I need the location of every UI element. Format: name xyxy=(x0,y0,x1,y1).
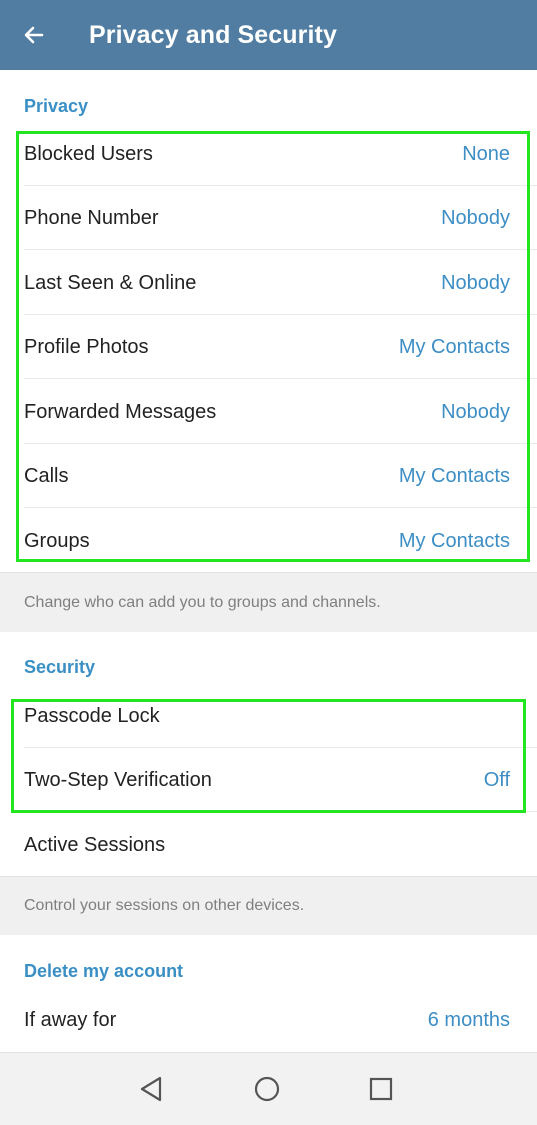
delete-account-section-header: Delete my account xyxy=(24,961,184,981)
row-value: My Contacts xyxy=(398,335,510,358)
system-navigation-bar xyxy=(0,1052,537,1125)
arrow-left-icon xyxy=(24,26,44,44)
home-circle-icon xyxy=(254,1076,280,1102)
back-triangle-icon xyxy=(140,1076,162,1102)
back-button[interactable] xyxy=(16,17,52,53)
passcode-lock-row[interactable]: Passcode Lock xyxy=(0,684,537,748)
security-footer-note: Control your sessions on other devices. xyxy=(0,876,537,935)
phone-number-row[interactable]: Phone Number Nobody xyxy=(0,186,537,250)
privacy-footer-note: Change who can add you to groups and cha… xyxy=(0,572,537,632)
two-step-verification-row[interactable]: Two-Step Verification Off xyxy=(0,748,537,812)
row-label: Forwarded Messages xyxy=(24,400,217,423)
recents-square-icon xyxy=(369,1077,393,1101)
groups-row[interactable]: Groups My Contacts xyxy=(0,509,537,573)
row-value: Nobody xyxy=(441,400,510,423)
nav-home-button[interactable] xyxy=(249,1071,285,1107)
row-value: My Contacts xyxy=(398,464,510,487)
row-value: 6 months xyxy=(427,1008,510,1031)
security-section-header: Security xyxy=(24,657,96,677)
forwarded-messages-row[interactable]: Forwarded Messages Nobody xyxy=(0,380,537,444)
privacy-section-header: Privacy xyxy=(24,96,89,116)
row-label: Blocked Users xyxy=(24,142,153,165)
app-screen: Privacy and Security Privacy Blocked Use… xyxy=(0,0,537,1125)
row-value: Off xyxy=(483,768,510,791)
row-label: Active Sessions xyxy=(24,833,166,856)
row-label: Groups xyxy=(24,529,90,552)
row-label: Two-Step Verification xyxy=(24,768,212,791)
last-seen-row[interactable]: Last Seen & Online Nobody xyxy=(0,251,537,315)
row-value: Nobody xyxy=(441,271,510,294)
row-label: Last Seen & Online xyxy=(24,271,197,294)
row-value: Nobody xyxy=(441,206,510,229)
if-away-for-row[interactable]: If away for 6 months xyxy=(0,988,537,1052)
calls-row[interactable]: Calls My Contacts xyxy=(0,444,537,508)
row-value: None xyxy=(462,142,510,165)
page-title: Privacy and Security xyxy=(89,21,337,49)
row-label: Phone Number xyxy=(24,206,159,229)
row-label: Passcode Lock xyxy=(24,704,160,727)
blocked-users-row[interactable]: Blocked Users None xyxy=(0,122,537,186)
row-label: Profile Photos xyxy=(24,335,149,358)
top-app-bar: Privacy and Security xyxy=(0,0,537,70)
row-label: If away for xyxy=(24,1008,117,1031)
active-sessions-row[interactable]: Active Sessions xyxy=(0,813,537,877)
row-label: Calls xyxy=(24,464,69,487)
nav-recents-button[interactable] xyxy=(363,1071,399,1107)
nav-back-button[interactable] xyxy=(133,1071,169,1107)
row-value: My Contacts xyxy=(398,529,510,552)
profile-photos-row[interactable]: Profile Photos My Contacts xyxy=(0,315,537,379)
